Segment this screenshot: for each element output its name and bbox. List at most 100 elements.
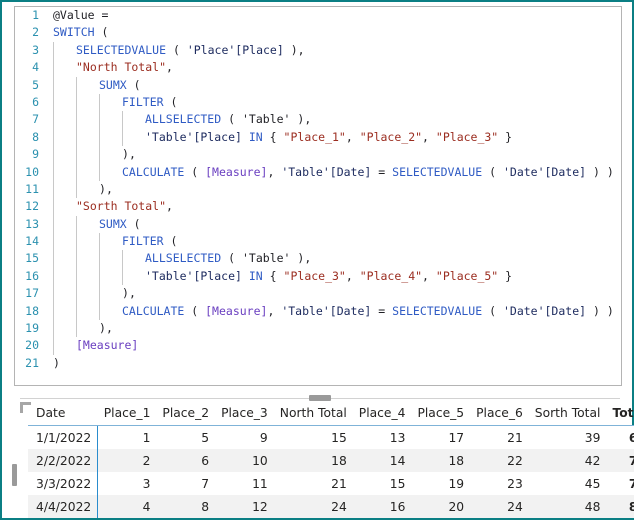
code-line[interactable]: 5 SUMX (: [15, 76, 621, 94]
code-text[interactable]: ),: [45, 285, 621, 303]
line-number: 2: [32, 25, 39, 40]
table-cell: 11: [215, 472, 274, 495]
code-text[interactable]: CALCULATE ( [Measure], 'Table'[Date] = S…: [45, 302, 621, 321]
table-row[interactable]: 1/1/2022159151317213966: [28, 425, 634, 449]
column-header[interactable]: Place_3: [215, 404, 274, 426]
column-header[interactable]: Place_5: [411, 404, 471, 426]
code-line[interactable]: 17),: [15, 285, 621, 303]
indent-guide: [99, 146, 100, 164]
code-text[interactable]: ): [45, 355, 621, 372]
code-line[interactable]: 13 SUMX (: [15, 215, 621, 234]
code-line[interactable]: 15 ALLSELECTED ( 'Table' ),: [15, 250, 621, 268]
code-text[interactable]: "North Total",: [45, 59, 621, 77]
table-cell: 10: [215, 449, 274, 472]
code-line[interactable]: 4 "North Total",: [15, 59, 621, 77]
column-header[interactable]: Date: [28, 404, 98, 426]
line-number: 3: [32, 42, 39, 57]
indent-guide: [53, 250, 54, 268]
indent-guide: [99, 250, 100, 268]
indent-guide: [76, 302, 77, 321]
table-cell: 42: [528, 449, 607, 472]
code-line[interactable]: 1 @Value =: [15, 7, 621, 24]
code-line[interactable]: 3 SELECTEDVALUE ( 'Place'[Place] ),: [15, 41, 621, 60]
code-text[interactable]: SELECTEDVALUE ( 'Place'[Place] ),: [45, 41, 621, 60]
code-text[interactable]: ALLSELECTED ( 'Table' ),: [45, 250, 621, 268]
indent-guide: [99, 128, 100, 147]
code-line[interactable]: 10 CALCULATE ( [Measure], 'Table'[Date] =…: [15, 163, 621, 181]
code-text[interactable]: ),: [45, 180, 621, 199]
code-line[interactable]: 2 SWITCH (: [15, 24, 621, 41]
column-header[interactable]: Place_4: [352, 404, 412, 426]
code-line[interactable]: 18 CALCULATE ( [Measure], 'Table'[Date] =…: [15, 302, 621, 321]
table-row[interactable]: 3/3/20223711211519234578: [28, 472, 634, 495]
code-text[interactable]: ALLSELECTED ( 'Table' ),: [45, 111, 621, 129]
table-row[interactable]: 2/2/20222610181418224272: [28, 449, 634, 472]
table-cell: 16: [352, 495, 412, 518]
indent-guide: [53, 267, 54, 286]
column-header[interactable]: Place_6: [470, 404, 529, 426]
column-header[interactable]: Place_2: [156, 404, 216, 426]
table-cell: 1/1/2022: [28, 425, 99, 449]
code-text[interactable]: 'Table'[Place] IN { "Place_3", "Place_4"…: [45, 267, 621, 286]
column-header[interactable]: North Total: [273, 404, 353, 426]
line-number: 5: [32, 77, 39, 92]
code-text[interactable]: SUMX (: [45, 215, 621, 234]
code-text[interactable]: FILTER (: [45, 233, 621, 251]
indent-guide: [76, 163, 77, 181]
indent-guide: [99, 267, 100, 286]
line-number: 9: [32, 147, 39, 162]
line-number: 16: [25, 268, 39, 283]
column-header[interactable]: Place_1: [97, 404, 157, 426]
code-line[interactable]: 16 'Table'[Place] IN { "Place_3", "Place_…: [15, 267, 621, 286]
indent-guide: [53, 233, 54, 251]
indent-guide: [76, 76, 77, 94]
indent-guide: [53, 337, 54, 355]
code-text[interactable]: "Sorth Total",: [45, 198, 621, 216]
table-cell: 15: [352, 472, 412, 495]
table-cell: 4: [97, 495, 157, 518]
code-line[interactable]: 8 'Table'[Place] IN { "Place_1", "Place_2…: [15, 128, 621, 147]
code-line[interactable]: 7 ALLSELECTED ( 'Table' ),: [15, 111, 621, 129]
table-cell: 13: [352, 425, 412, 449]
indent-guide: [99, 93, 100, 112]
indent-guide: [53, 285, 54, 303]
table-cell: 22: [470, 449, 529, 472]
dax-formula-editor[interactable]: 1 @Value = 2 SWITCH ( 3 SELECTEDVALUE ( 'Plac…: [14, 6, 622, 386]
line-number: 15: [25, 251, 39, 266]
table-header: Date Place_1 Place_2 Place_3 North Total Plac…: [28, 404, 634, 426]
code-line[interactable]: 21): [15, 355, 621, 372]
table-cell: 2: [97, 449, 157, 472]
indent-guide: [53, 180, 54, 199]
code-line[interactable]: 20 [Measure]: [15, 337, 621, 355]
column-header[interactable]: Sorth Total: [528, 404, 607, 426]
table-cell: 39: [528, 425, 607, 449]
indent-guide: [76, 215, 77, 234]
editor-code-area[interactable]: 1 @Value = 2 SWITCH ( 3 SELECTEDVALUE ( 'Plac…: [15, 7, 621, 385]
table-cell: 72: [606, 449, 634, 472]
indent-guide: [53, 59, 54, 77]
line-number: 11: [25, 181, 39, 196]
code-text[interactable]: ),: [45, 320, 621, 338]
line-number: 17: [25, 286, 39, 301]
table-row[interactable]: 4/4/20224812241620244884: [28, 495, 634, 518]
code-text[interactable]: SWITCH (: [45, 24, 621, 41]
code-line[interactable]: 12 "Sorth Total",: [15, 198, 621, 216]
code-text[interactable]: [Measure]: [45, 337, 621, 355]
code-line[interactable]: 9),: [15, 146, 621, 164]
table-cell: 24: [470, 495, 529, 518]
resize-handle-top[interactable]: [309, 395, 331, 401]
code-line[interactable]: 6 FILTER (: [15, 93, 621, 112]
code-line[interactable]: 14 FILTER (: [15, 233, 621, 251]
indent-guide: [76, 250, 77, 268]
code-text[interactable]: @Value =: [45, 7, 621, 24]
column-header[interactable]: Total: [606, 404, 634, 426]
code-text[interactable]: 'Table'[Place] IN { "Place_1", "Place_2"…: [45, 128, 621, 147]
code-text[interactable]: ),: [45, 146, 621, 164]
code-line[interactable]: 19),: [15, 320, 621, 338]
resize-handle-left[interactable]: [12, 464, 17, 486]
table-visual[interactable]: Date Place_1 Place_2 Place_3 North Total Plac…: [12, 395, 634, 518]
code-text[interactable]: SUMX (: [45, 76, 621, 94]
code-line[interactable]: 11),: [15, 180, 621, 199]
code-text[interactable]: FILTER (: [45, 93, 621, 112]
code-text[interactable]: CALCULATE ( [Measure], 'Table'[Date] = S…: [45, 163, 621, 181]
